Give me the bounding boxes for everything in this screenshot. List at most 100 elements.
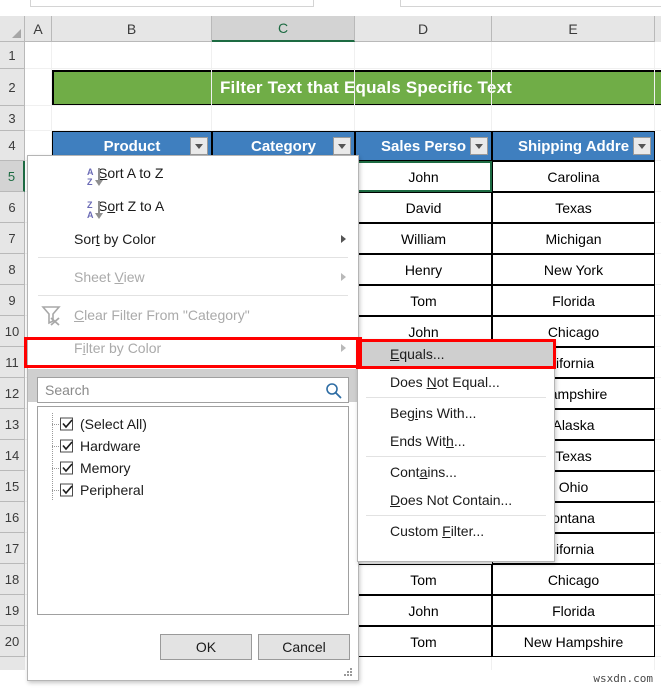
filter-list-item[interactable]: (Select All) (38, 413, 348, 435)
row-header-label: 17 (5, 541, 19, 556)
select-all-triangle-icon (12, 29, 21, 38)
menu-item-sheet-view[interactable]: Sheet View (28, 260, 358, 293)
submenu-item-does-not-contain[interactable]: Does Not Contain... (358, 486, 554, 514)
filter-dropdown-button-shipping-addre[interactable] (633, 137, 651, 155)
submenu-item-begins-with[interactable]: Begins With... (358, 399, 554, 427)
clear-filter-icon (40, 303, 64, 327)
menu-item-sort-z-to-a[interactable]: ZASort Z to A (28, 189, 358, 222)
row-header-3[interactable]: 3 (0, 106, 25, 131)
row-header-10[interactable]: 10 (0, 316, 25, 347)
submenu-item-contains[interactable]: Contains... (358, 458, 554, 486)
row-header-2[interactable]: 2 (0, 69, 25, 106)
menu-item-sort-a-to-z[interactable]: AZSort A to Z (28, 156, 358, 189)
checkbox[interactable] (60, 418, 73, 431)
checkbox[interactable] (60, 440, 73, 453)
table-cell-sales-person[interactable]: David (355, 192, 492, 223)
row-header-13[interactable]: 13 (0, 409, 25, 440)
cell-value: Tom (410, 572, 436, 588)
table-cell-shipping-address[interactable]: New Hampshire (492, 626, 655, 657)
chevron-down-icon (338, 144, 346, 149)
row-header-4[interactable]: 4 (0, 131, 25, 161)
filter-dropdown-button-sales-perso[interactable] (470, 137, 488, 155)
submenu-item-label: Custom Filter... (390, 523, 484, 539)
row-header-18[interactable]: 18 (0, 564, 25, 595)
row-header-20[interactable]: 20 (0, 626, 25, 657)
row-header-5[interactable]: 5 (0, 161, 25, 192)
select-all-corner[interactable] (0, 16, 25, 42)
filter-list-item[interactable]: Peripheral (38, 479, 348, 501)
row-header-17[interactable]: 17 (0, 533, 25, 564)
table-cell-shipping-address[interactable]: Chicago (492, 564, 655, 595)
search-icon[interactable] (325, 382, 342, 399)
ok-button[interactable]: OK (160, 634, 252, 660)
menu-item-clear-filter-from-category[interactable]: Clear Filter From "Category" (28, 298, 358, 331)
submenu-item-label: Ends With... (390, 433, 465, 449)
column-header-label: B (127, 21, 136, 37)
filter-list-item[interactable]: Memory (38, 457, 348, 479)
table-cell-sales-person[interactable]: John (355, 595, 492, 626)
cell-value: lifornia (553, 355, 594, 371)
column-header-b[interactable]: B (52, 16, 212, 42)
table-cell-sales-person[interactable]: Tom (355, 285, 492, 316)
table-cell-sales-person[interactable]: John (355, 161, 492, 192)
resize-grip[interactable] (344, 668, 354, 678)
submenu-item-label: Does Not Contain... (390, 492, 512, 508)
row-header-7[interactable]: 7 (0, 223, 25, 254)
table-cell-sales-person[interactable]: Henry (355, 254, 492, 285)
row-header-label: 19 (5, 603, 19, 618)
menu-separator (38, 295, 348, 296)
highlight-box-text-filters (24, 337, 362, 368)
cancel-button[interactable]: Cancel (258, 634, 350, 660)
row-header-11[interactable]: 11 (0, 347, 25, 378)
menu-item-sort-by-color[interactable]: Sort by Color (28, 222, 358, 255)
filter-list-item[interactable]: Hardware (38, 435, 348, 457)
tree-tick (52, 490, 60, 491)
table-cell-shipping-address[interactable]: Carolina (492, 161, 655, 192)
column-header-d[interactable]: D (355, 16, 492, 42)
cell-value: ontana (552, 510, 595, 526)
submenu-item-ends-with[interactable]: Ends With... (358, 427, 554, 455)
submenu-separator (366, 397, 546, 398)
table-cell-sales-person[interactable]: Tom (355, 626, 492, 657)
table-cell-shipping-address[interactable]: Michigan (492, 223, 655, 254)
checkbox[interactable] (60, 462, 73, 475)
title-banner-text: Filter Text that Equals Specific Text (220, 78, 512, 98)
row-header-12[interactable]: 12 (0, 378, 25, 409)
row-header-19[interactable]: 19 (0, 595, 25, 626)
submenu-item-label: Does Not Equal... (390, 374, 500, 390)
menu-item-label: Clear Filter From "Category" (74, 307, 250, 323)
submenu-item-does-not-equal[interactable]: Does Not Equal... (358, 368, 554, 396)
filter-dropdown-button-product[interactable] (190, 137, 208, 155)
submenu-separator (366, 515, 546, 516)
search-input[interactable]: Search (37, 377, 349, 403)
table-cell-shipping-address[interactable]: Florida (492, 595, 655, 626)
row-header-label: 14 (5, 448, 19, 463)
column-header-c[interactable]: C (212, 16, 355, 42)
row-header-14[interactable]: 14 (0, 440, 25, 471)
name-box-stub (30, 0, 314, 7)
table-cell-shipping-address[interactable]: Texas (492, 192, 655, 223)
row-header-15[interactable]: 15 (0, 471, 25, 502)
row-header-6[interactable]: 6 (0, 192, 25, 223)
cell-value: Florida (552, 293, 595, 309)
table-cell-sales-person[interactable]: Tom (355, 564, 492, 595)
row-header-16[interactable]: 16 (0, 502, 25, 533)
text-filters-submenu[interactable]: Equals...Does Not Equal...Begins With...… (357, 339, 555, 562)
filter-dropdown-button-category[interactable] (333, 137, 351, 155)
filter-list-item-label: (Select All) (80, 416, 147, 432)
column-header-a[interactable]: A (25, 16, 52, 42)
table-cell-shipping-address[interactable]: Florida (492, 285, 655, 316)
row-header-label: 2 (8, 80, 15, 95)
submenu-item-custom-filter[interactable]: Custom Filter... (358, 517, 554, 545)
cell-value: Chicago (548, 572, 599, 588)
column-header-e[interactable]: E (492, 16, 655, 42)
tree-tick (52, 468, 60, 469)
filter-value-list[interactable]: (Select All) HardwareMemoryPeripheral (37, 406, 349, 615)
table-cell-shipping-address[interactable]: New York (492, 254, 655, 285)
row-header-9[interactable]: 9 (0, 285, 25, 316)
checkbox[interactable] (60, 484, 73, 497)
table-cell-sales-person[interactable]: William (355, 223, 492, 254)
menu-item-label: Sheet View (74, 269, 145, 285)
row-header-1[interactable]: 1 (0, 42, 25, 69)
row-header-8[interactable]: 8 (0, 254, 25, 285)
